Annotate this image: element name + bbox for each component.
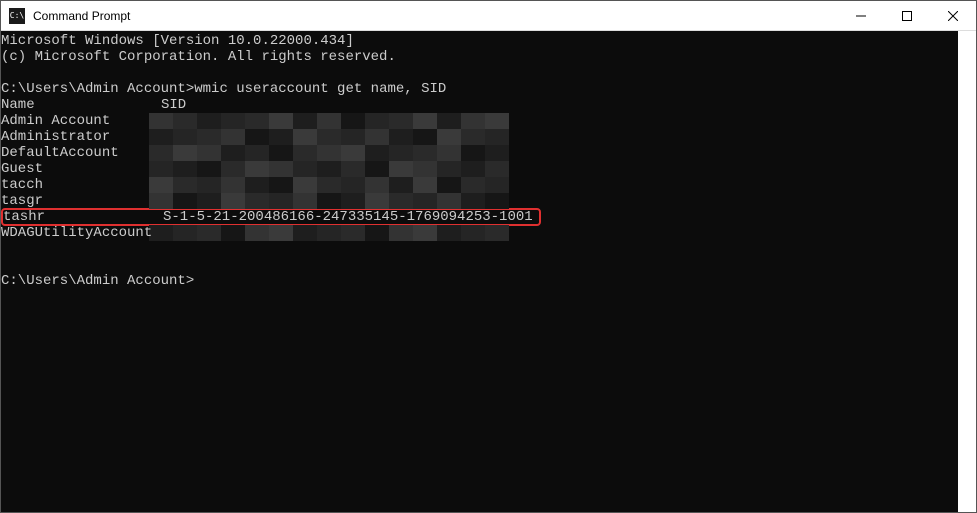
account-name: DefaultAccount [1,145,161,161]
account-row: Admin Account [1,113,958,129]
account-row: tasgr [1,193,958,209]
header-row: NameSID [1,97,958,113]
account-name: Guest [1,161,161,177]
account-sid: S-1-5-21-200486166-247335145-1769094253-… [163,209,533,225]
redacted-sid [149,129,509,145]
account-name: tacch [1,177,161,193]
titlebar[interactable]: C:\ Command Prompt [1,1,976,31]
col-header-name: Name [1,97,161,113]
redacted-sid [149,225,509,241]
window-title: Command Prompt [33,9,130,23]
redacted-sid [149,193,509,209]
account-row: DefaultAccount [1,145,958,161]
version-line: Microsoft Windows [Version 10.0.22000.43… [1,33,958,49]
blank-line [1,65,958,81]
redacted-sid [149,177,509,193]
highlighted-account-row: tashrS-1-5-21-200486166-247335145-176909… [1,208,541,226]
prompt-line: C:\Users\Admin Account> [1,273,958,289]
redacted-sid [149,161,509,177]
prompt-path: C:\Users\Admin Account> [1,81,194,97]
command-line: C:\Users\Admin Account>wmic useraccount … [1,81,958,97]
account-name: tasgr [1,193,161,209]
close-button[interactable] [930,1,976,31]
account-name: WDAGUtilityAccount [1,225,161,241]
account-row: WDAGUtilityAccount [1,225,958,241]
redacted-sid [149,113,509,129]
command-prompt-window: C:\ Command Prompt Microsoft Windows [Ve… [0,0,977,513]
prompt-path: C:\Users\Admin Account> [1,273,194,289]
account-row: Administrator [1,129,958,145]
redacted-sid [149,145,509,161]
blank-line [1,241,958,257]
entered-command: wmic useraccount get name, SID [194,81,446,97]
cmd-icon: C:\ [9,8,25,24]
maximize-button[interactable] [884,1,930,31]
col-header-sid: SID [161,97,186,113]
account-name: Admin Account [1,113,161,129]
blank-line [1,257,958,273]
account-name: tashr [3,209,163,225]
minimize-button[interactable] [838,1,884,31]
account-name: Administrator [1,129,161,145]
account-row: Guest [1,161,958,177]
account-row: tacch [1,177,958,193]
copyright-line: (c) Microsoft Corporation. All rights re… [1,49,958,65]
terminal-output[interactable]: Microsoft Windows [Version 10.0.22000.43… [1,31,976,512]
